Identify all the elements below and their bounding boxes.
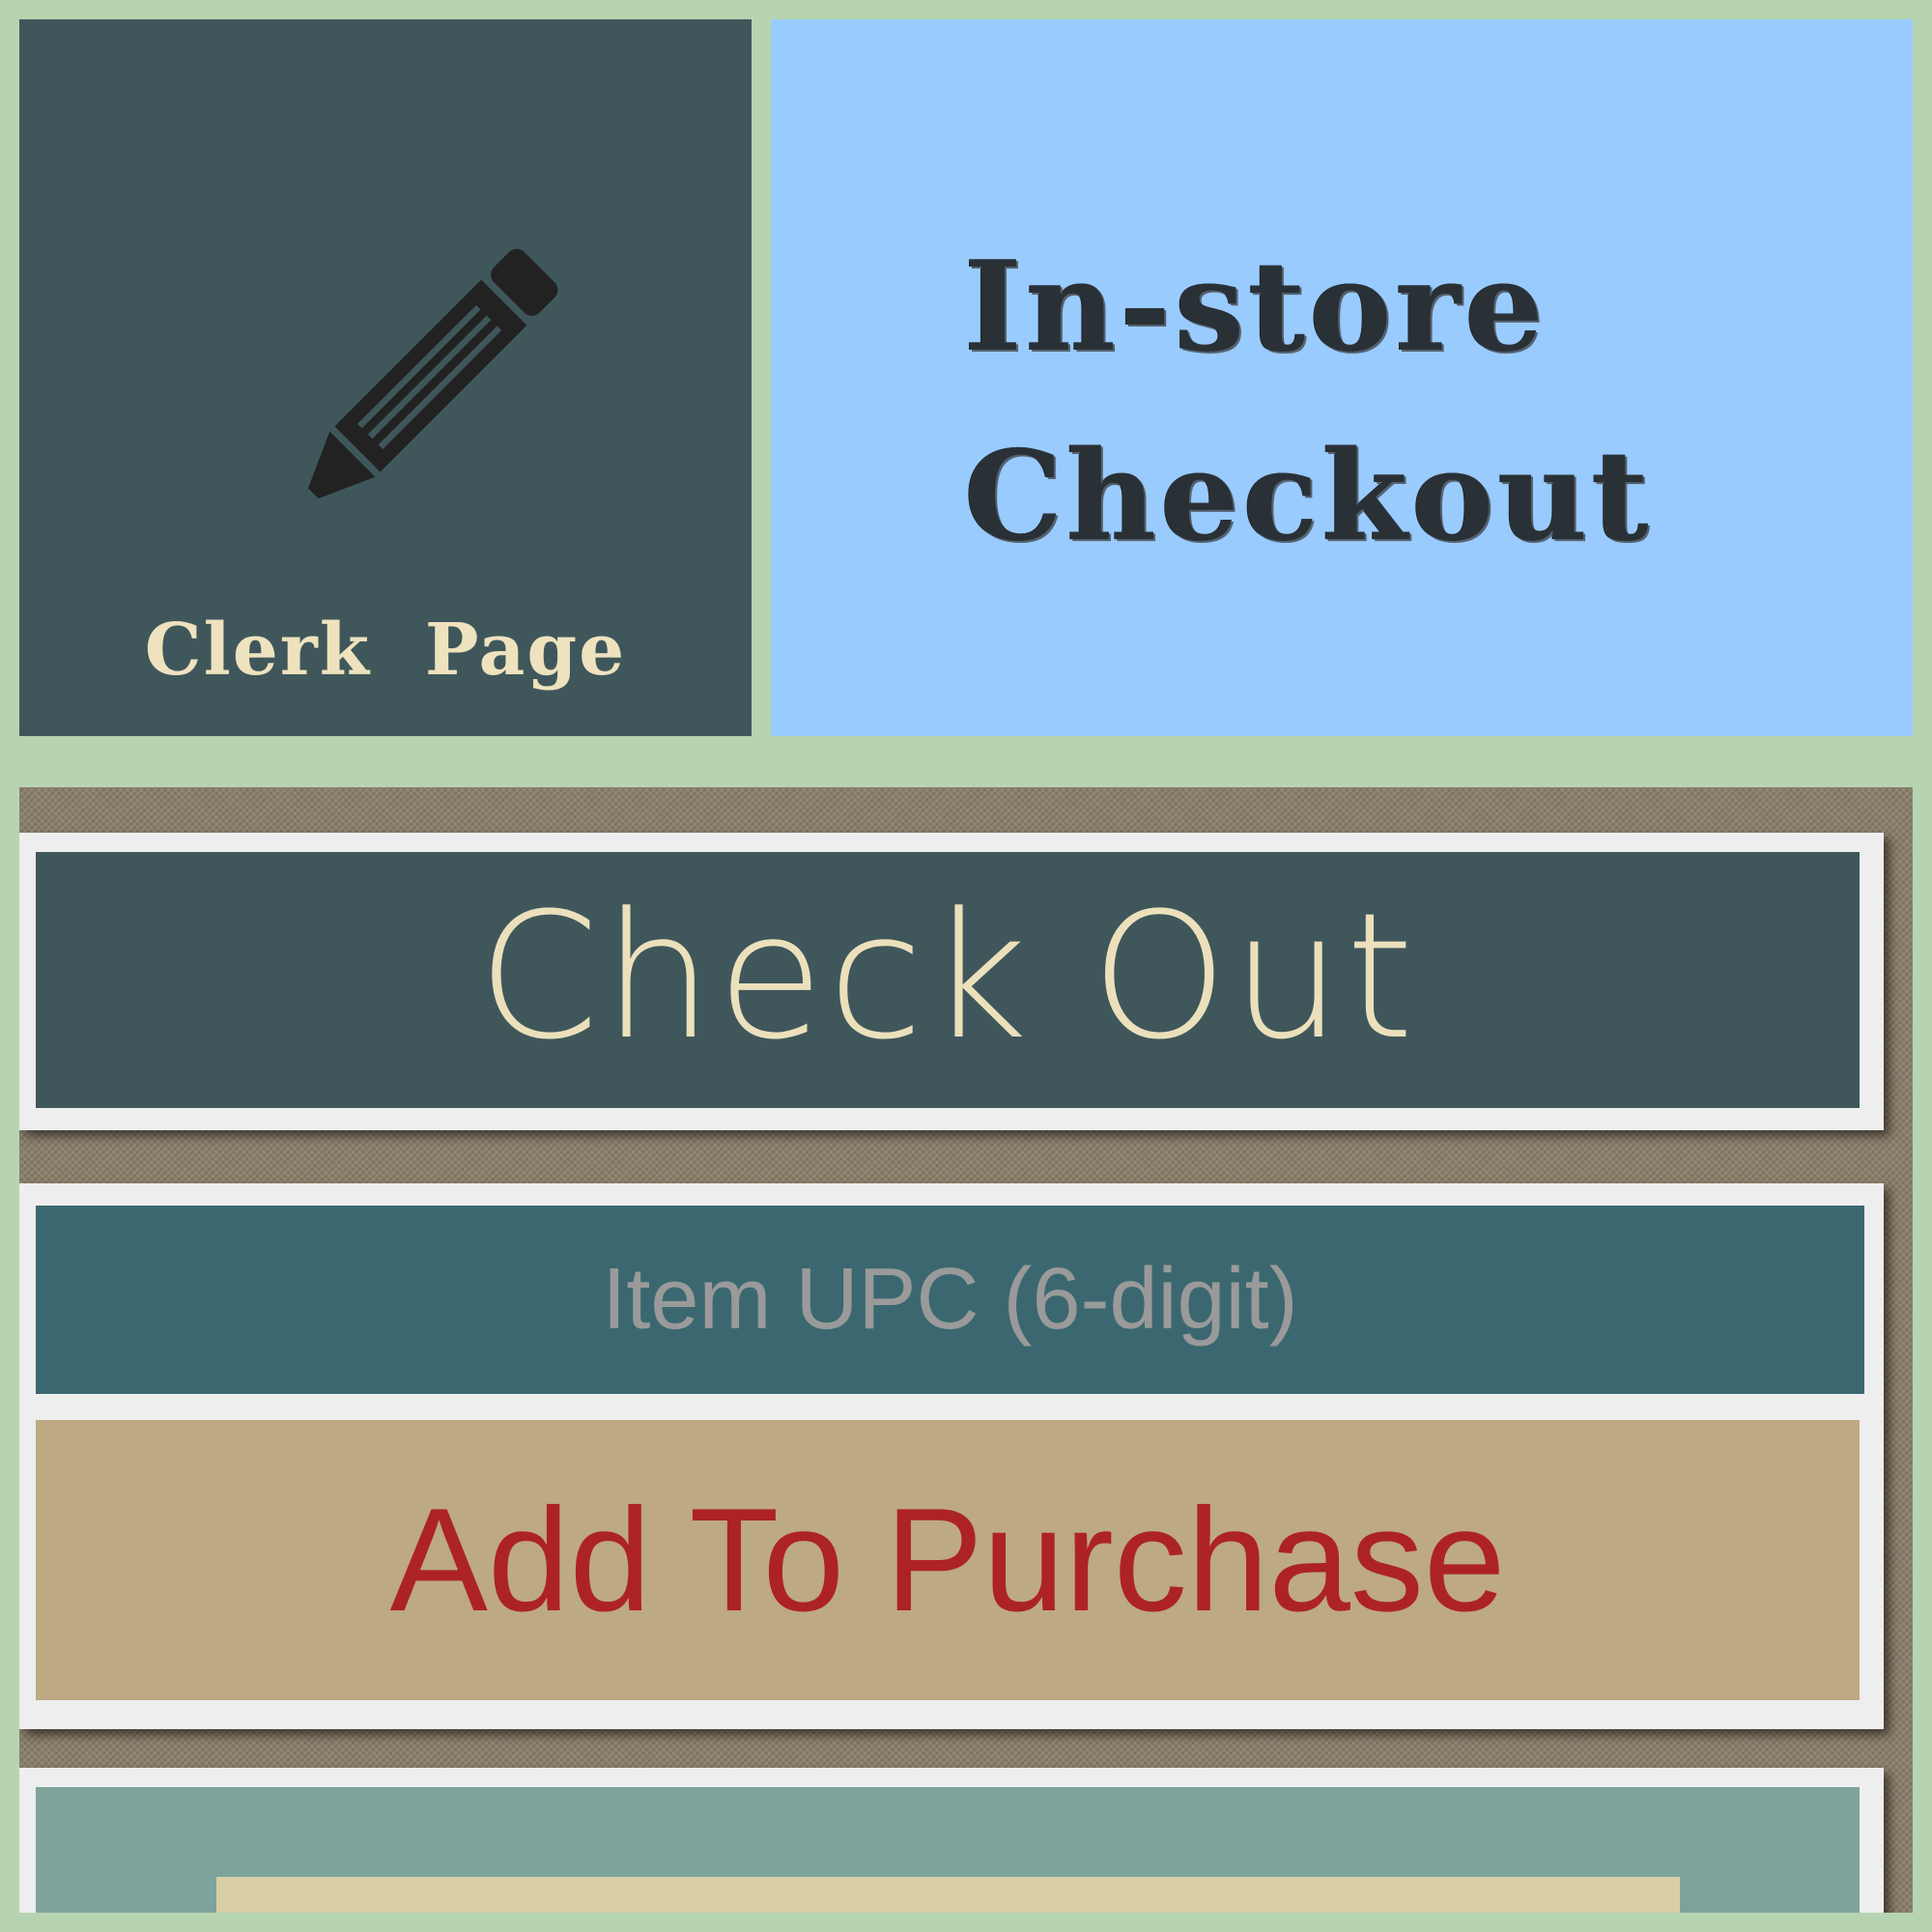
in-store-checkout-tile[interactable]: In-store Checkout: [771, 19, 1913, 736]
checkout-panel: Check Out Add To Purchase: [19, 787, 1913, 1913]
clerk-page-tile[interactable]: Clerk Page: [19, 19, 752, 736]
checkout-header-card: Check Out: [19, 833, 1884, 1130]
pencil-icon: [301, 248, 558, 505]
purchase-list-card: [19, 1768, 1884, 1913]
item-upc-input[interactable]: [36, 1206, 1864, 1394]
purchase-list-area: [36, 1787, 1860, 1913]
checkout-title: Check Out: [477, 875, 1418, 1078]
title-line-1: In-store: [964, 235, 1548, 380]
clerk-page-label: Clerk Page: [144, 609, 627, 692]
purchase-list-field: [216, 1877, 1680, 1913]
title-line-2: Checkout: [964, 424, 1653, 569]
checkout-header-bar: Check Out: [36, 852, 1860, 1108]
add-to-purchase-button[interactable]: Add To Purchase: [36, 1420, 1860, 1700]
in-store-checkout-title: In-store Checkout: [964, 213, 1653, 591]
checkout-form-card: Add To Purchase: [19, 1183, 1884, 1729]
